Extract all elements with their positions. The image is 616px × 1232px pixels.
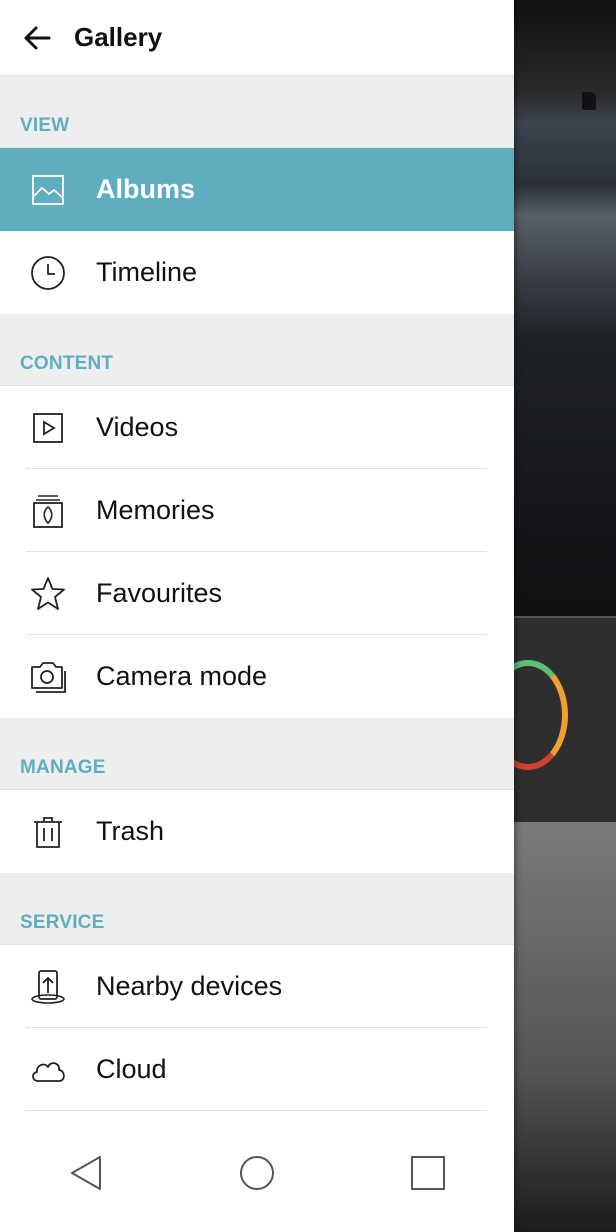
- system-navigation-bar: [0, 1114, 514, 1232]
- drawer-item-label: Memories: [96, 495, 215, 525]
- image-icon: [0, 148, 96, 231]
- drawer-item-label: Trash: [96, 816, 165, 846]
- section-label: CONTENT: [20, 353, 114, 374]
- section-label: VIEW: [20, 115, 70, 136]
- drawer-item-albums[interactable]: Albums: [0, 148, 514, 231]
- camera-icon: [0, 635, 96, 718]
- nav-home-icon: [239, 1156, 274, 1190]
- nav-back-button[interactable]: [46, 1133, 126, 1213]
- nav-recents-button[interactable]: [388, 1133, 468, 1213]
- section-label: SERVICE: [20, 912, 105, 933]
- navigation-drawer: Gallery VIEW Albums Timeline CONTENT Vid…: [0, 0, 514, 1232]
- nav-home-button[interactable]: [217, 1133, 297, 1213]
- clock-icon: [0, 231, 96, 314]
- drawer-item-label: Nearby devices: [96, 971, 283, 1001]
- drawer-item-camera-mode[interactable]: Camera mode: [0, 635, 514, 718]
- drawer-item-label: Cloud: [96, 1054, 167, 1084]
- section-header-service: SERVICE: [0, 873, 514, 945]
- drawer-item-videos[interactable]: Videos: [0, 386, 514, 469]
- section-header-view: VIEW: [0, 76, 514, 148]
- sd-card-icon: [582, 92, 596, 110]
- drawer-item-favourites[interactable]: Favourites: [0, 552, 514, 635]
- drawer-item-label: Timeline: [96, 257, 198, 287]
- drawer-item-label: Camera mode: [96, 661, 268, 691]
- back-button[interactable]: [0, 0, 74, 76]
- trash-icon: [0, 790, 96, 873]
- share-upload-icon: [0, 945, 96, 1028]
- background-photo: [514, 0, 616, 616]
- nav-recents-icon: [411, 1156, 446, 1190]
- drawer-item-nearby-devices[interactable]: Nearby devices: [0, 945, 514, 1028]
- back-arrow-icon: [24, 26, 51, 49]
- drawer-item-label: Videos: [96, 412, 179, 442]
- section-header-content: CONTENT: [0, 314, 514, 386]
- section-label: MANAGE: [20, 757, 106, 778]
- drawer-item-memories[interactable]: Memories: [0, 469, 514, 552]
- page-title: Gallery: [74, 22, 163, 52]
- cloud-icon: [0, 1028, 96, 1111]
- play-icon: [0, 386, 96, 469]
- drawer-item-timeline[interactable]: Timeline: [0, 231, 514, 314]
- star-icon: [0, 552, 96, 635]
- memories-icon: [0, 469, 96, 552]
- divider: [26, 1110, 487, 1111]
- drawer-header: Gallery: [0, 0, 514, 76]
- drawer-item-label: Albums: [96, 174, 196, 204]
- drawer-item-trash[interactable]: Trash: [0, 790, 514, 873]
- nav-back-icon: [70, 1156, 101, 1190]
- drawer-item-label: Favourites: [96, 578, 223, 608]
- section-header-manage: MANAGE: [0, 718, 514, 790]
- drawer-item-cloud[interactable]: Cloud: [0, 1028, 514, 1111]
- background-lower: [514, 822, 616, 1232]
